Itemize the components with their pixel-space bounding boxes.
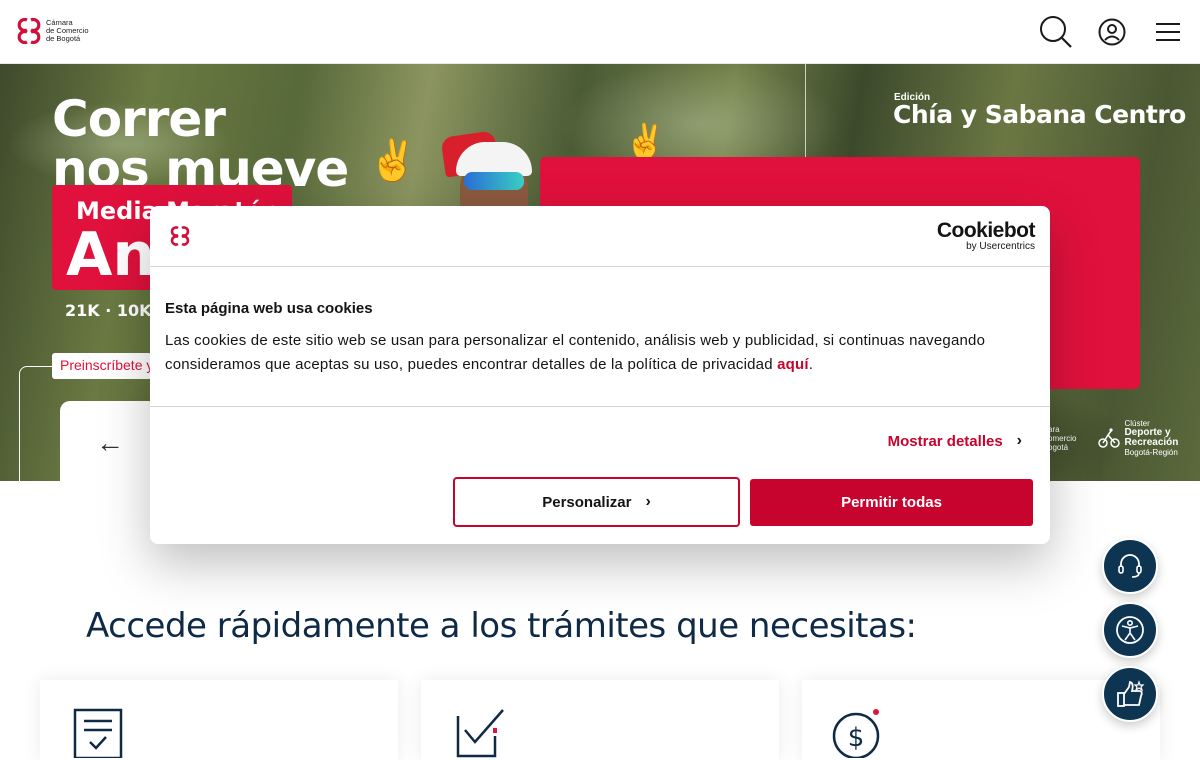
cluster-text: Clúster Deporte y Recreación Bogotá-Regi… [1124,419,1178,457]
personalize-button[interactable]: Personalizar › [453,477,740,527]
procedure-card[interactable] [421,680,779,760]
chevron-right-icon: › [1016,432,1022,449]
carousel-controls: ← [60,401,160,481]
logo-wordmark: Cámara de Comercio de Bogotá [46,19,89,43]
allow-all-button[interactable]: Permitir todas [750,479,1033,526]
user-account-button[interactable] [1094,14,1130,50]
ccb-logo-icon [170,226,190,246]
partner-logo-ccb: ara omercio ogotá [1048,425,1076,452]
hero-divider [805,64,806,159]
accessibility-icon [1116,616,1144,644]
ccb-logo-icon [17,17,41,45]
carousel-prev-arrow-icon[interactable]: ← [96,427,124,459]
user-icon [1098,18,1126,46]
checkbox-icon [456,709,504,758]
top-navigation-bar: Cámara de Comercio de Bogotá [0,0,1200,64]
ccb-logo[interactable]: Cámara de Comercio de Bogotá [16,17,89,45]
runner-glasses [464,172,524,190]
cookie-description-end: . [808,356,814,373]
money-icon: $ [832,709,880,758]
cookie-dialog-header: Cookiebot by Usercentrics [150,206,1050,267]
runner-cap [456,142,532,176]
accessibility-button[interactable] [1102,602,1158,658]
cookie-title: Esta página web usa cookies [165,300,373,317]
quick-procedures-title: Accede rápidamente a los trámites que ne… [86,606,917,646]
cyclist-icon [1098,428,1121,448]
headset-icon [1118,554,1142,578]
partner-line: ara [1048,424,1060,434]
allow-all-label: Permitir todas [841,494,942,511]
hero-title-line: Correr [52,90,226,148]
cookie-consent-dialog: Cookiebot by Usercentrics Esta página we… [150,206,1050,544]
show-details-link[interactable]: Mostrar detalles › [888,432,1022,450]
search-icon [1040,16,1072,48]
chevron-right-icon: › [645,493,651,510]
cookie-description-text: Las cookies de este sitio web se usan pa… [165,332,986,373]
peace-hand-icon: ✌ [368,139,418,183]
cookiebot-brand: Cookiebot [936,219,1036,242]
cookie-dialog-body: Esta página web usa cookies Las cookies … [150,267,1050,407]
search-button[interactable] [1038,14,1074,50]
partner-line: ogotá [1048,442,1069,452]
feedback-button[interactable] [1102,666,1158,722]
hero-decorative-frame [19,366,59,481]
partner-logos: ara omercio ogotá Clúster Deporte y Recr… [1048,419,1178,457]
logo-line: de Bogotá [46,34,81,43]
cluster-bold: Recreación [1124,437,1179,448]
cookiebot-by: by Usercentrics [966,241,1035,252]
hero-tag-title: An [66,220,156,290]
privacy-policy-link[interactable]: aquí [777,356,809,373]
preregister-link[interactable]: Preinscríbete y [52,353,152,379]
menu-button[interactable] [1150,14,1186,50]
svg-text:$: $ [848,723,865,753]
partner-line: omercio [1048,433,1077,443]
edition-name: Chía y Sabana Centro [893,100,1186,129]
cookiebot-logo[interactable]: Cookiebot by Usercentrics [936,219,1036,252]
personalize-label: Personalizar [542,493,632,511]
thumbs-up-icon [1117,680,1145,707]
hero-title: Correr nos mueve [52,90,349,194]
cookie-description: Las cookies de este sitio web se usan pa… [165,329,1035,377]
peace-hand-icon: ✌ [624,123,667,161]
procedure-card[interactable] [40,680,398,760]
partner-logo-cluster: Clúster Deporte y Recreación Bogotá-Regi… [1098,419,1178,457]
show-details-label: Mostrar detalles [887,432,1003,450]
document-check-icon [73,708,123,758]
support-chat-button[interactable] [1102,538,1158,594]
menu-icon [1156,23,1180,41]
cluster-sub: Bogotá-Región [1124,448,1178,457]
